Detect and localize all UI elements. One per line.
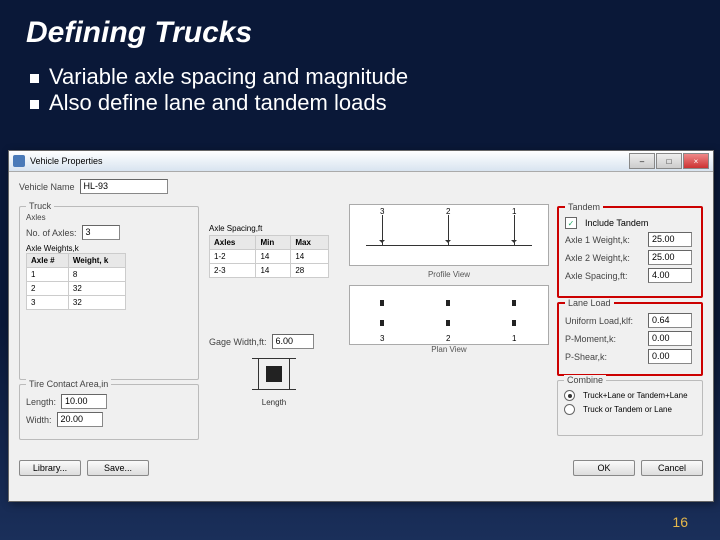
- save-button[interactable]: Save...: [87, 460, 149, 476]
- library-button[interactable]: Library...: [19, 460, 81, 476]
- load-arrow-icon: [382, 215, 383, 245]
- tire-width-label: Width:: [26, 415, 52, 425]
- truck-group: Truck: [26, 201, 54, 211]
- table-row: 1-21414: [210, 250, 329, 264]
- lane-moment-input[interactable]: 0.00: [648, 331, 692, 346]
- maximize-button[interactable]: □: [656, 153, 682, 169]
- table-row: 2-31428: [210, 264, 329, 278]
- profile-view-label: Profile View: [349, 270, 549, 279]
- include-tandem-checkbox[interactable]: ✓: [565, 217, 577, 229]
- tandem-sp-input[interactable]: 4.00: [648, 268, 692, 283]
- vehicle-properties-dialog: Vehicle Properties – □ × Vehicle Name HL…: [8, 150, 714, 502]
- vehicle-name-input[interactable]: HL-93: [80, 179, 168, 194]
- plan-view: 3 2 1: [349, 285, 549, 345]
- lane-group: Lane Load: [565, 298, 614, 308]
- axle-diagram: [252, 352, 296, 396]
- lane-shear-input[interactable]: 0.00: [648, 349, 692, 364]
- bullet-icon: [30, 74, 39, 83]
- cancel-button[interactable]: Cancel: [641, 460, 703, 476]
- profile-view: 3 2 1: [349, 204, 549, 266]
- combine-opt2-radio[interactable]: [564, 404, 575, 415]
- page-number: 16: [672, 514, 688, 530]
- axle-weights-table[interactable]: Axle #Weight, k 18 232 332: [26, 253, 126, 310]
- tire-width-input[interactable]: 20.00: [57, 412, 103, 427]
- plan-view-label: Plan View: [349, 345, 549, 354]
- app-icon: [13, 155, 25, 167]
- no-axles-label: No. of Axles:: [26, 228, 77, 238]
- tandem-group: Tandem: [565, 202, 603, 212]
- axle-spacing-table[interactable]: AxlesMinMax 1-21414 2-31428: [209, 235, 329, 278]
- dialog-title: Vehicle Properties: [30, 156, 103, 166]
- lane-uniform-input[interactable]: 0.64: [648, 313, 692, 328]
- include-tandem-label: Include Tandem: [585, 218, 648, 228]
- axle-weights-label: Axle Weights,k: [26, 244, 192, 253]
- gage-width-input[interactable]: 6.00: [272, 334, 314, 349]
- no-axles-input[interactable]: 3: [82, 225, 120, 240]
- ok-button[interactable]: OK: [573, 460, 635, 476]
- axles-label: Axles: [26, 213, 192, 222]
- load-arrow-icon: [448, 215, 449, 245]
- tandem-a2-input[interactable]: 25.00: [648, 250, 692, 265]
- tandem-a1-input[interactable]: 25.00: [648, 232, 692, 247]
- axle-spacing-label: Axle Spacing,ft: [209, 224, 339, 233]
- table-row: 232: [27, 282, 126, 296]
- titlebar[interactable]: Vehicle Properties – □ ×: [9, 151, 713, 172]
- bullet-2: Also define lane and tandem loads: [30, 90, 700, 116]
- gage-width-label: Gage Width,ft:: [209, 337, 267, 347]
- combine-group: Combine: [564, 375, 606, 385]
- minimize-button[interactable]: –: [629, 153, 655, 169]
- tire-length-input[interactable]: 10.00: [61, 394, 107, 409]
- bullet-icon: [30, 100, 39, 109]
- slide-title: Defining Trucks: [26, 16, 700, 50]
- bullet-1: Variable axle spacing and magnitude: [30, 64, 700, 90]
- table-row: 18: [27, 268, 126, 282]
- tire-length-label: Length:: [26, 397, 56, 407]
- close-button[interactable]: ×: [683, 153, 709, 169]
- combine-opt1-radio[interactable]: [564, 390, 575, 401]
- table-row: 332: [27, 296, 126, 310]
- vehicle-name-label: Vehicle Name: [19, 182, 75, 192]
- tire-group: Tire Contact Area,in: [26, 379, 111, 389]
- load-arrow-icon: [514, 215, 515, 245]
